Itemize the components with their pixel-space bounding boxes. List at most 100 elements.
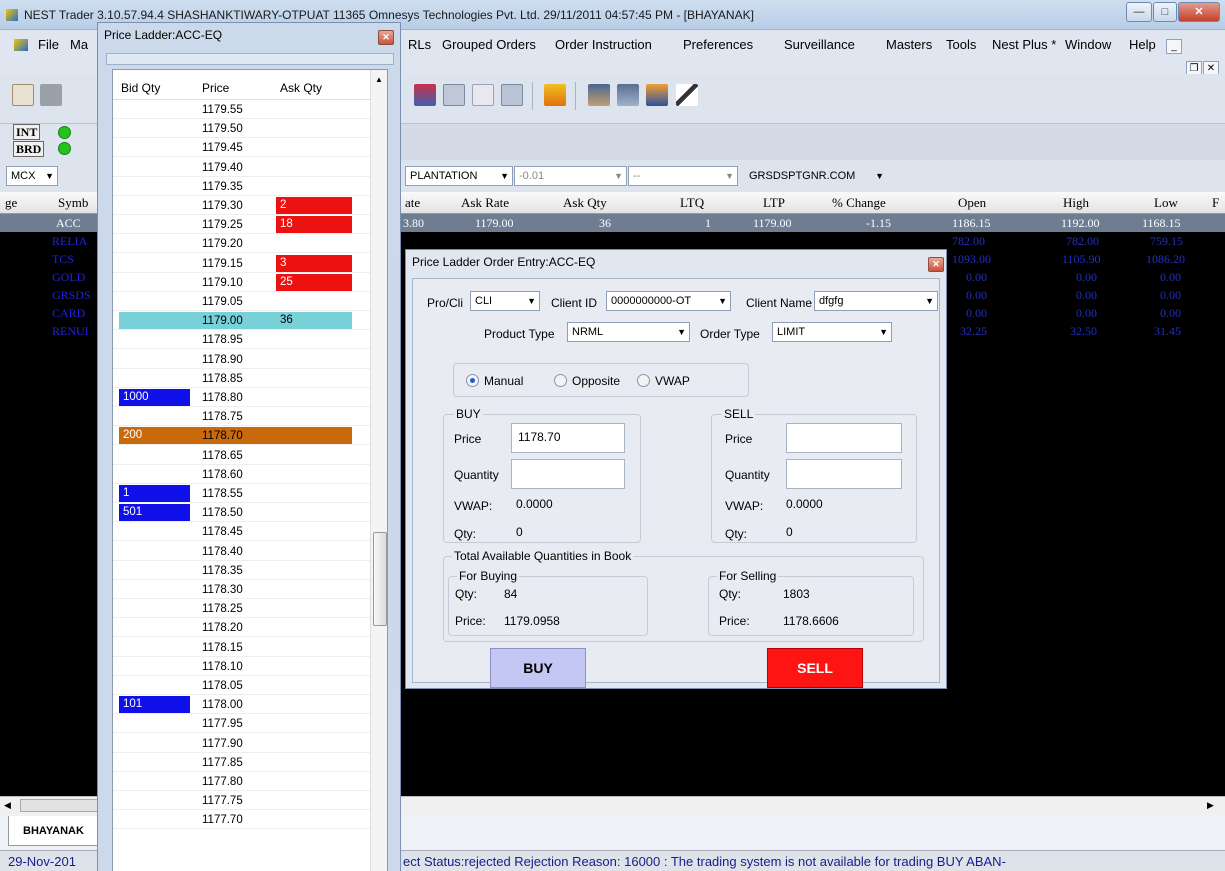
- minimize-button[interactable]: —: [1126, 2, 1152, 22]
- ladder-row[interactable]: 1177.85: [113, 753, 370, 772]
- scroll-up-icon[interactable]: ▲: [375, 75, 383, 84]
- ladder-row[interactable]: 101 1178.00: [113, 695, 370, 715]
- ladder-row[interactable]: 1179.35: [113, 177, 370, 196]
- ladder-row[interactable]: 1177.70: [113, 810, 370, 830]
- price-cell[interactable]: 1178.40: [202, 546, 243, 558]
- col-header-ltp[interactable]: LTP: [763, 195, 785, 211]
- menu-window[interactable]: Window: [1065, 37, 1111, 52]
- row-symbol[interactable]: TCS: [52, 252, 74, 267]
- window-icon[interactable]: [472, 84, 494, 106]
- menu-nest-plus[interactable]: Nest Plus *: [992, 37, 1056, 52]
- ladder-row[interactable]: 1179.40: [113, 158, 370, 177]
- price-cell[interactable]: 1177.95: [202, 718, 243, 730]
- col-header-symbol[interactable]: Symb: [58, 195, 88, 211]
- menu-tools[interactable]: Tools: [946, 37, 976, 52]
- price-cell[interactable]: 1177.85: [202, 757, 243, 769]
- blank-select[interactable]: -- ▼: [628, 166, 738, 186]
- tools-icon[interactable]: [646, 84, 668, 106]
- price-cell[interactable]: 1178.90: [202, 354, 243, 366]
- ladder-row[interactable]: 1179.45: [113, 138, 370, 158]
- menu-order-instruction[interactable]: Order Instruction: [555, 37, 652, 52]
- scrip-select[interactable]: GRSDSPTGNR.COM ▼: [744, 166, 888, 186]
- price-cell[interactable]: 1179.50: [202, 123, 243, 135]
- ladder-row[interactable]: 1179.25 18: [113, 215, 370, 235]
- price-cell[interactable]: 1179.40: [202, 162, 243, 174]
- price-cell[interactable]: 1179.10: [202, 277, 243, 289]
- change-select[interactable]: -0.01 ▼: [514, 166, 627, 186]
- bar-chart-icon[interactable]: [544, 84, 566, 106]
- pro-cli-select[interactable]: CLI ▼: [470, 291, 540, 311]
- ladder-row[interactable]: 1178.85: [113, 369, 370, 388]
- ladder-row[interactable]: 1178.20: [113, 618, 370, 638]
- col-header-ltq[interactable]: LTQ: [680, 195, 704, 211]
- row-symbol[interactable]: CARD: [52, 306, 85, 321]
- mdi-minimize-button[interactable]: _: [1166, 39, 1182, 54]
- ladder-row[interactable]: 1177.95: [113, 714, 370, 734]
- price-cell[interactable]: 1178.35: [202, 565, 243, 577]
- ladder-row[interactable]: 1178.75: [113, 407, 370, 427]
- price-cell[interactable]: 1178.55: [202, 488, 243, 500]
- bid-qty-cell[interactable]: 1: [119, 485, 190, 502]
- user-icon[interactable]: [588, 84, 610, 106]
- col-header-more[interactable]: F: [1212, 195, 1219, 211]
- price-cell[interactable]: 1178.95: [202, 334, 243, 346]
- bid-qty-cell[interactable]: 1000: [119, 389, 190, 406]
- col-header-pct-change[interactable]: % Change: [832, 195, 886, 211]
- tab-bhayanak[interactable]: BHAYANAK: [8, 816, 100, 846]
- price-cell[interactable]: 1178.65: [202, 450, 243, 462]
- ask-qty-cell[interactable]: 18: [276, 216, 352, 234]
- row-symbol[interactable]: GOLD: [52, 270, 85, 285]
- ladder-row[interactable]: 1179.30 2: [113, 196, 370, 215]
- menu-market[interactable]: Ma: [70, 37, 88, 52]
- ask-qty-cell[interactable]: 3: [276, 254, 352, 272]
- menu-grouped-orders[interactable]: Grouped Orders: [442, 37, 536, 52]
- price-cell[interactable]: 1178.25: [202, 603, 243, 615]
- ladder-row[interactable]: 1177.75: [113, 791, 370, 811]
- ladder-row[interactable]: 1179.05: [113, 292, 370, 311]
- price-cell[interactable]: 1178.75: [202, 411, 243, 423]
- col-header-exchange[interactable]: ge: [5, 195, 17, 211]
- ask-qty-cell[interactable]: 25: [276, 273, 352, 291]
- menu-masters[interactable]: Masters: [886, 37, 932, 52]
- maximize-button[interactable]: □: [1153, 2, 1177, 22]
- report-icon[interactable]: [443, 84, 465, 106]
- price-cell[interactable]: 1178.00: [202, 699, 243, 711]
- price-cell[interactable]: 1178.45: [202, 526, 243, 538]
- bid-qty-cell[interactable]: 101: [119, 696, 190, 714]
- exchange-select[interactable]: MCX ▼: [6, 166, 58, 186]
- ladder-row[interactable]: 1178.15: [113, 638, 370, 657]
- ladder-row[interactable]: 1178.30: [113, 580, 370, 599]
- menu-file[interactable]: File: [38, 37, 59, 52]
- calculator-sheet-icon[interactable]: [501, 84, 523, 106]
- price-cell[interactable]: 1178.60: [202, 469, 243, 481]
- price-cell[interactable]: 1178.20: [202, 622, 243, 634]
- buy-button[interactable]: BUY: [490, 648, 586, 688]
- scroll-left-icon[interactable]: ◀: [4, 800, 11, 811]
- menu-rls[interactable]: RLs: [408, 37, 431, 52]
- ladder-row[interactable]: 1179.50: [113, 119, 370, 139]
- price-cell[interactable]: 1178.50: [202, 507, 243, 519]
- price-cell[interactable]: 1179.25: [202, 219, 243, 231]
- product-type-select[interactable]: NRML ▼: [567, 322, 690, 342]
- ladder-row[interactable]: 1179.55: [113, 100, 370, 119]
- price-cell[interactable]: 1179.15: [202, 258, 243, 270]
- price-cell[interactable]: 1178.10: [202, 661, 243, 673]
- price-cell[interactable]: 1179.30: [202, 200, 243, 212]
- order-entry-close-button[interactable]: ✕: [928, 257, 944, 272]
- row-symbol[interactable]: GRSDS: [52, 288, 91, 303]
- price-cell[interactable]: 1177.70: [202, 814, 243, 826]
- ladder-row[interactable]: 1179.20: [113, 234, 370, 254]
- price-cell[interactable]: 1178.15: [202, 642, 243, 654]
- bid-qty-cell[interactable]: 501: [119, 504, 190, 522]
- ladder-row[interactable]: 200 1178.70: [113, 426, 370, 446]
- close-button[interactable]: ✕: [1178, 2, 1220, 22]
- ladder-row[interactable]: 1178.35: [113, 561, 370, 580]
- price-cell[interactable]: 1178.85: [202, 373, 243, 385]
- ask-qty-cell[interactable]: 2: [276, 197, 352, 214]
- calculator-icon[interactable]: [40, 84, 62, 106]
- price-cell[interactable]: 1179.05: [202, 296, 243, 308]
- price-ladder-close-button[interactable]: ✕: [378, 30, 394, 45]
- menu-preferences[interactable]: Preferences: [683, 37, 753, 52]
- menu-help[interactable]: Help: [1129, 37, 1156, 52]
- price-cell[interactable]: 1178.80: [202, 392, 243, 404]
